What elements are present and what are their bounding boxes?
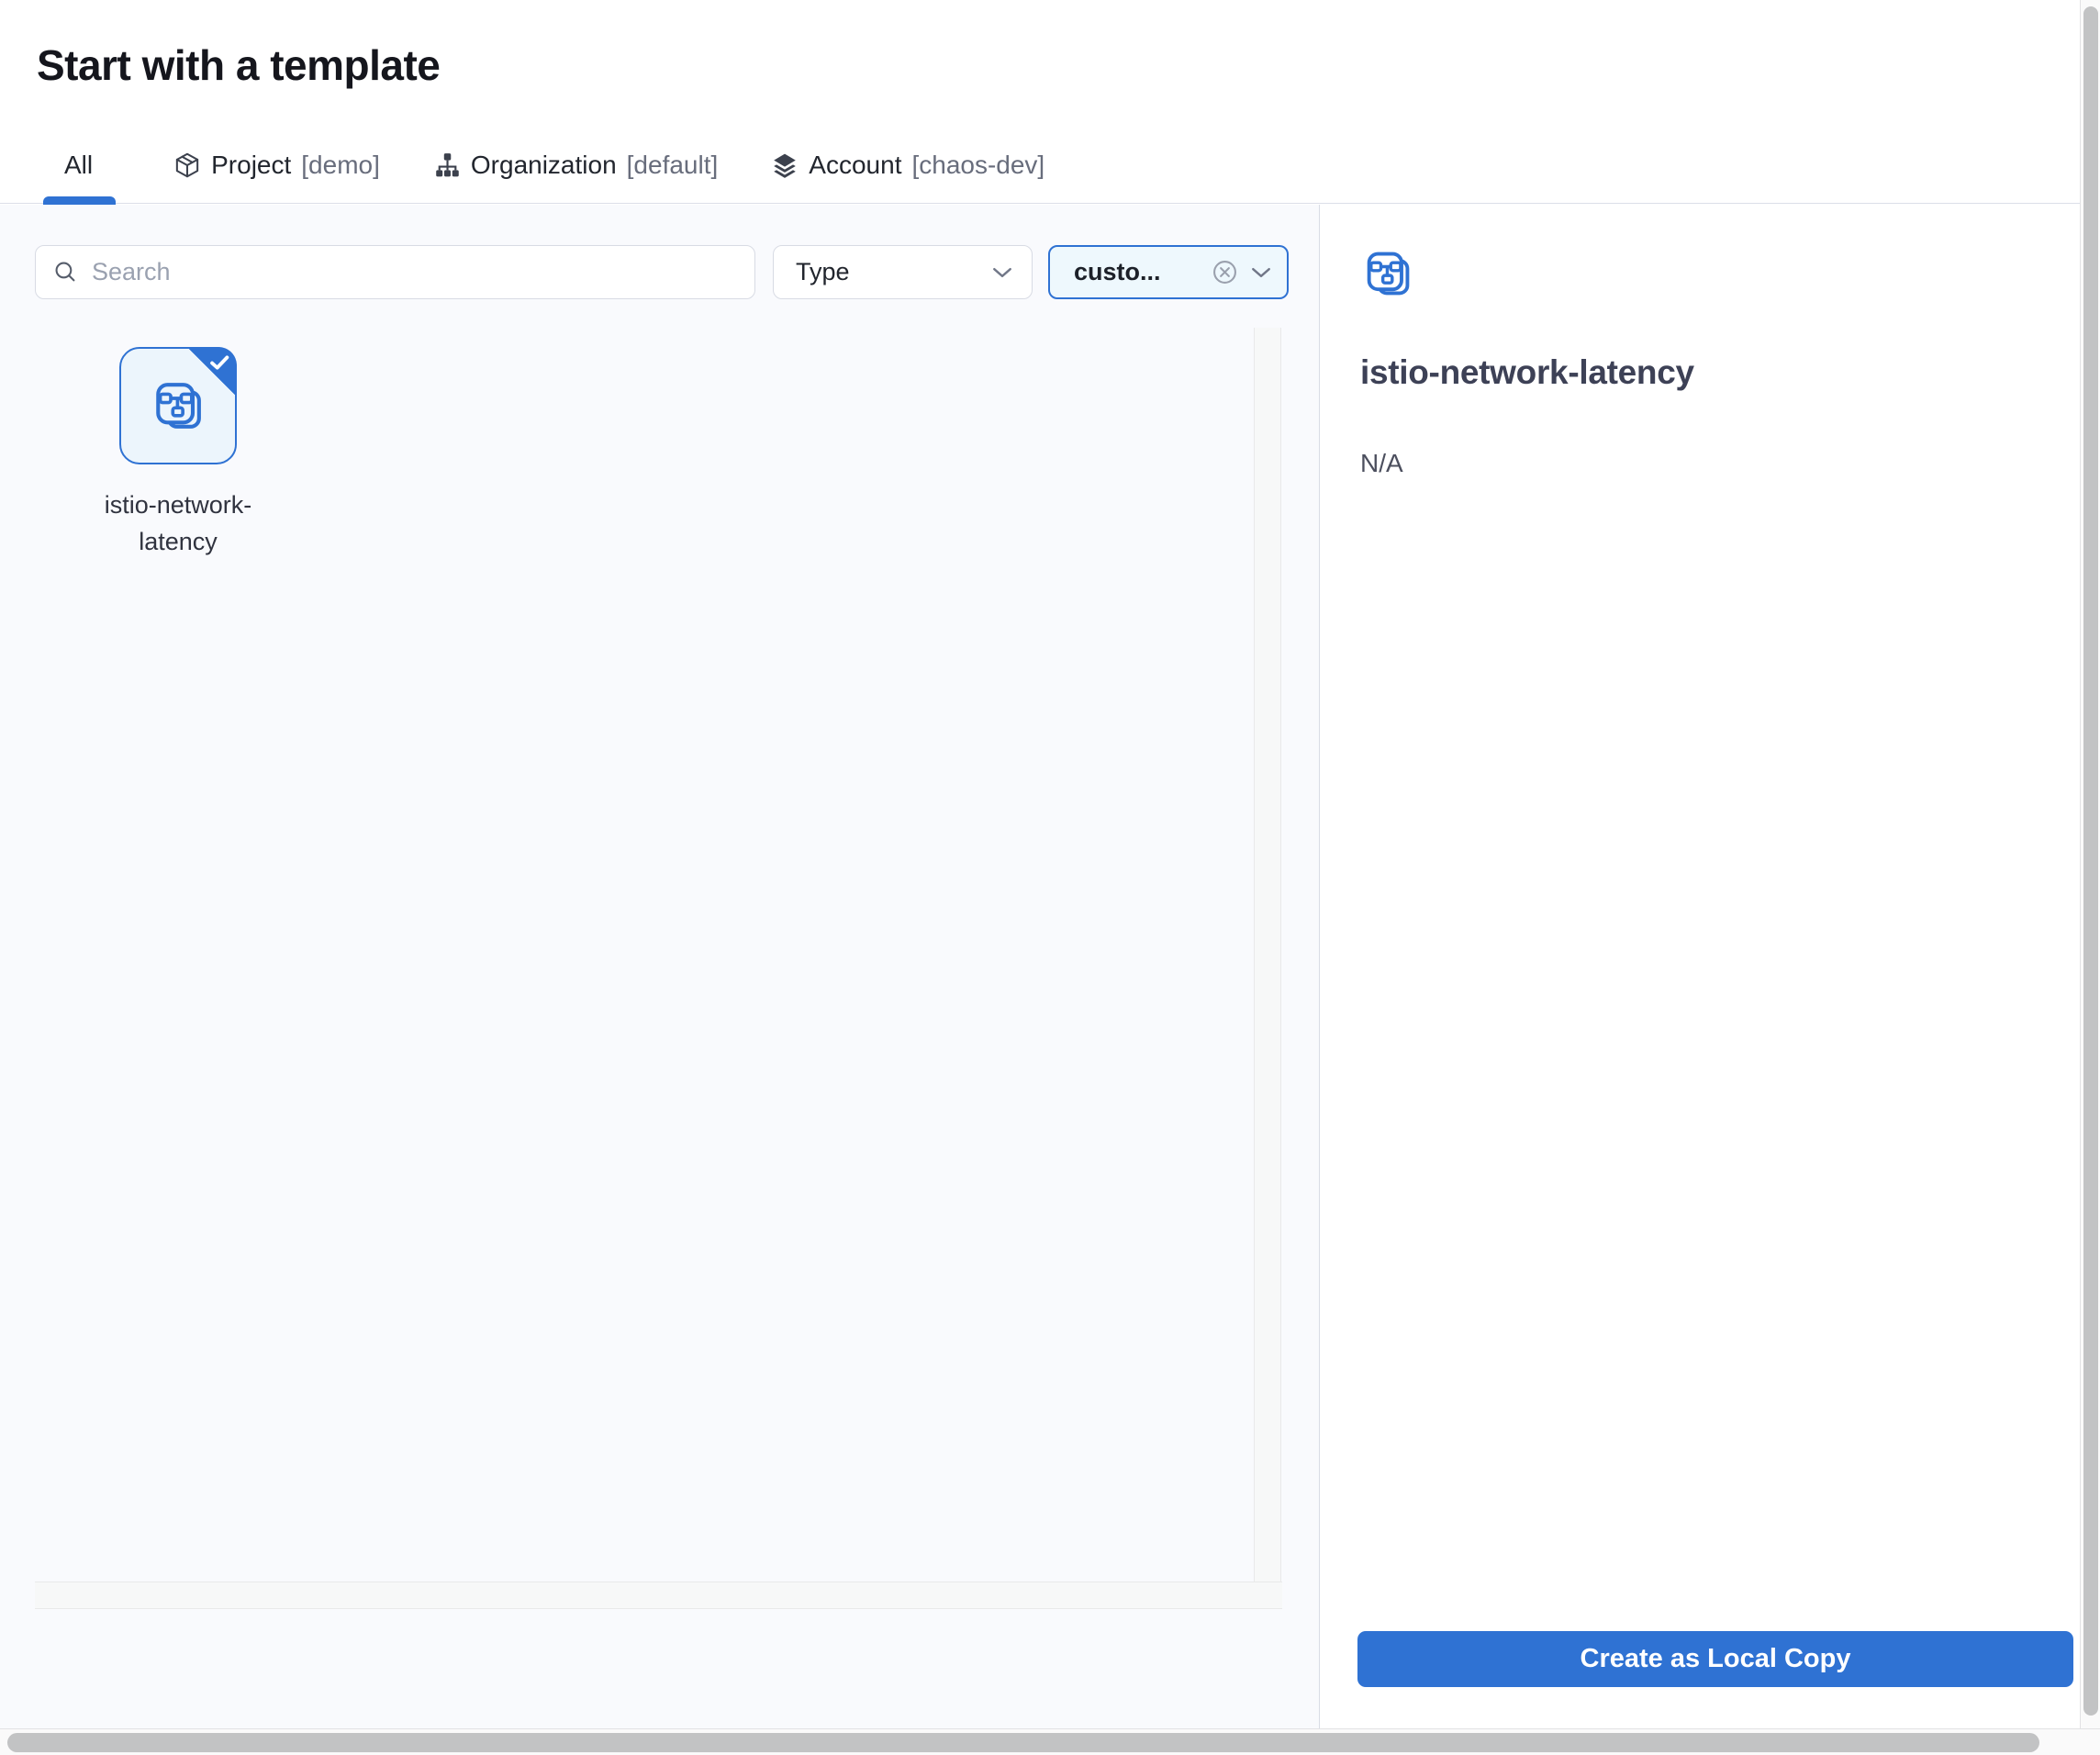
selected-badge [187, 347, 237, 397]
template-detail-description: N/A [1360, 449, 1403, 478]
type-filter-label: Type [796, 258, 991, 286]
template-detail-icon [1360, 246, 1415, 301]
template-detail-title: istio-network-latency [1360, 353, 1694, 392]
template-browser-panel: Type custo... [0, 205, 1319, 1728]
check-icon [209, 354, 230, 371]
tab-organization[interactable]: Organization [default] [433, 151, 718, 180]
tab-account-label: Account [809, 151, 901, 180]
search-icon [52, 259, 79, 285]
grid-vertical-scrollbar-track[interactable] [1254, 328, 1281, 1582]
type-filter-dropdown[interactable]: Type [773, 245, 1033, 299]
grid-horizontal-scrollbar-track[interactable] [35, 1582, 1282, 1609]
cube-icon [173, 151, 201, 179]
create-as-local-copy-button[interactable]: Create as Local Copy [1357, 1631, 2073, 1687]
template-card-istio-network-latency[interactable] [119, 347, 237, 464]
search-box [35, 245, 755, 299]
scope-filter-dropdown[interactable]: custo... [1048, 245, 1289, 299]
layers-icon [771, 151, 799, 179]
tab-project-label: Project [211, 151, 291, 180]
template-card-label: istio-network-latency [77, 486, 279, 560]
clear-filter-icon[interactable] [1212, 260, 1237, 285]
active-tab-indicator [43, 196, 116, 205]
tab-organization-label: Organization [471, 151, 617, 180]
window-vertical-scrollbar-thumb[interactable] [2083, 6, 2098, 1716]
search-input[interactable] [92, 258, 738, 286]
tab-all-label: All [64, 151, 93, 180]
tab-all[interactable]: All [37, 151, 120, 180]
tab-account-scope: [chaos-dev] [911, 151, 1044, 180]
template-detail-panel: istio-network-latency N/A Create as Loca… [1319, 205, 2080, 1728]
tab-project[interactable]: Project [demo] [173, 151, 380, 180]
page-title: Start with a template [37, 40, 440, 90]
chevron-down-icon [991, 266, 1013, 279]
dialog-header: Start with a template All Project [demo] [0, 0, 2100, 204]
window-horizontal-scrollbar [0, 1728, 2100, 1755]
sitemap-icon [433, 151, 461, 179]
scope-filter-value: custo... [1074, 258, 1212, 286]
tab-organization-scope: [default] [627, 151, 719, 180]
chevron-down-icon [1250, 266, 1272, 279]
tab-account[interactable]: Account [chaos-dev] [771, 151, 1044, 180]
window-vertical-scrollbar [2080, 0, 2100, 1728]
window-horizontal-scrollbar-thumb[interactable] [7, 1733, 2039, 1752]
tab-project-scope: [demo] [301, 151, 380, 180]
scope-tabs: All Project [demo] [37, 140, 1044, 191]
